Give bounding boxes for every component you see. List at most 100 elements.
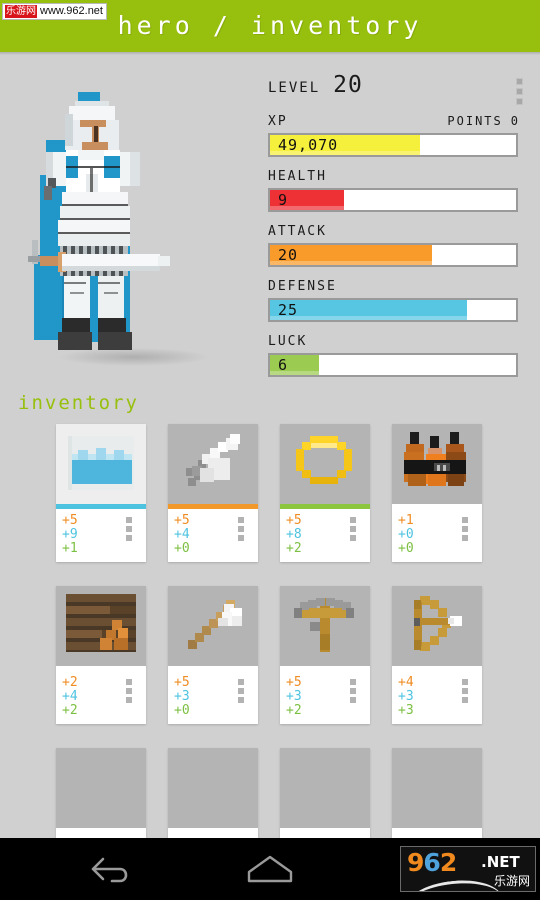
item-luck-value: +3 xyxy=(398,703,414,718)
logo-digit-2: 2 xyxy=(439,848,457,877)
item-luck-value: +0 xyxy=(174,703,190,718)
item-defense-value: +3 xyxy=(286,689,302,704)
points-readout: POINTS 0 xyxy=(447,114,520,128)
stat-health-label: HEALTH xyxy=(268,169,327,184)
logo-962-text: 962 xyxy=(407,848,457,877)
item-stats: +5 +8 +2 xyxy=(280,509,370,562)
inventory-heading: inventory xyxy=(18,392,139,414)
inventory-grid: +5 +9 +1 +5 +4 +0 +5 +8 +2 +1 +0 +0 +2 +4 +2 +5 +3 +0 +5 +3… xyxy=(56,424,496,886)
stat-attack-bar: 20 xyxy=(268,243,518,267)
item-stats: +1 +0 +0 xyxy=(392,509,482,562)
item-attack-value: +5 xyxy=(174,513,190,528)
item-defense-value: +3 xyxy=(174,689,190,704)
inventory-card[interactable]: +4 +3 +3 xyxy=(392,586,482,724)
inventory-card[interactable]: +2 +4 +2 xyxy=(56,586,146,724)
inventory-card[interactable]: +5 +8 +2 xyxy=(280,424,370,562)
item-kebab-menu-icon[interactable] xyxy=(462,517,468,562)
android-navbar: 962 .NET 乐游网 xyxy=(0,838,540,900)
stat-attack: ATTACK 20 xyxy=(268,224,520,267)
home-icon[interactable] xyxy=(246,854,294,884)
inventory-card[interactable]: +5 +9 +1 xyxy=(56,424,146,562)
item-stat-column: +4 +3 +3 xyxy=(398,676,414,724)
item-stat-column: +1 +0 +0 xyxy=(398,514,414,562)
crossbow-item-icon xyxy=(280,586,370,666)
item-luck-value: +2 xyxy=(62,703,78,718)
axe-item-icon xyxy=(168,586,258,666)
knight-pixel-sprite xyxy=(18,70,248,380)
item-luck-value: +0 xyxy=(174,541,190,556)
empty-slot-icon xyxy=(56,748,146,828)
item-attack-value: +5 xyxy=(62,513,78,528)
item-kebab-menu-icon[interactable] xyxy=(350,517,356,562)
item-kebab-menu-icon[interactable] xyxy=(462,679,468,724)
back-arrow-icon[interactable] xyxy=(88,852,134,886)
item-defense-value: +0 xyxy=(398,527,414,542)
logo-digit-6: 6 xyxy=(423,848,440,877)
logo-net-text: .NET xyxy=(481,853,520,871)
hero-portrait-pane xyxy=(18,70,248,380)
stat-luck-bar-value: 6 xyxy=(278,356,289,374)
inventory-card[interactable]: +1 +0 +0 xyxy=(392,424,482,562)
item-defense-value: +8 xyxy=(286,527,302,542)
item-stats: +5 +3 +2 xyxy=(280,671,370,724)
item-kebab-menu-icon[interactable] xyxy=(238,517,244,562)
item-kebab-menu-icon[interactable] xyxy=(238,679,244,724)
logo-cn-text: 乐游网 xyxy=(493,874,530,888)
item-stat-column: +2 +4 +2 xyxy=(62,676,78,724)
kebab-menu-icon[interactable] xyxy=(510,78,528,105)
inventory-card[interactable]: +5 +4 +0 xyxy=(168,424,258,562)
item-kebab-menu-icon[interactable] xyxy=(126,517,132,562)
item-defense-value: +9 xyxy=(62,527,78,542)
stat-xp-bar-value: 49,070 xyxy=(278,136,339,154)
stat-attack-bar-value: 20 xyxy=(278,246,299,264)
item-stats: +5 +4 +0 xyxy=(168,509,258,562)
watermark-cn-text: 乐游网 xyxy=(5,5,37,18)
item-defense-value: +4 xyxy=(62,689,78,704)
stat-xp: XP POINTS 0 49,070 xyxy=(268,114,520,157)
stats-panel: LEVEL 20 XP POINTS 0 49,070 HEALTH 9 ATT… xyxy=(268,72,523,377)
empty-slot-icon xyxy=(392,748,482,828)
empty-slot-icon xyxy=(168,748,258,828)
item-defense-value: +4 xyxy=(174,527,190,542)
header-shadow xyxy=(0,52,540,55)
ring-item-icon xyxy=(280,424,370,504)
inventory-card[interactable]: +5 +3 +0 xyxy=(168,586,258,724)
item-stat-column: +5 +9 +1 xyxy=(62,514,78,562)
item-kebab-menu-icon[interactable] xyxy=(126,679,132,724)
item-attack-value: +5 xyxy=(286,675,302,690)
stat-defense: DEFENSE 25 xyxy=(268,279,520,322)
item-stat-column: +5 +4 +0 xyxy=(174,514,190,562)
item-stats: +5 +9 +1 xyxy=(56,509,146,562)
item-attack-value: +1 xyxy=(398,513,414,528)
shield-item-icon xyxy=(56,424,146,504)
stat-health: HEALTH 9 xyxy=(268,169,520,212)
item-stat-column: +5 +3 +0 xyxy=(174,676,190,724)
stat-xp-label: XP xyxy=(268,114,288,129)
stat-luck-label: LUCK xyxy=(268,334,308,349)
item-stats: +4 +3 +3 xyxy=(392,671,482,724)
item-attack-value: +5 xyxy=(286,513,302,528)
item-kebab-menu-icon[interactable] xyxy=(350,679,356,724)
stat-luck: LUCK 6 xyxy=(268,334,520,377)
item-luck-value: +0 xyxy=(398,541,414,556)
item-defense-value: +3 xyxy=(398,689,414,704)
stat-defense-bar: 25 xyxy=(268,298,518,322)
logo-swoosh-decor xyxy=(404,876,502,891)
stat-defense-label: DEFENSE xyxy=(268,279,337,294)
site-watermark-top: 乐游网 www.962.net xyxy=(2,3,107,20)
level-value: 20 xyxy=(333,72,363,98)
watermark-url-text: www.962.net xyxy=(40,5,103,17)
item-luck-value: +2 xyxy=(286,703,302,718)
potions-item-icon xyxy=(392,424,482,504)
app-screen: hero / inventory 乐游网 www.962.net LEVEL 2… xyxy=(0,0,540,900)
stat-defense-bar-value: 25 xyxy=(278,301,299,319)
logo-digit-9: 9 xyxy=(407,848,424,877)
stat-defense-bar-fill xyxy=(270,300,467,320)
stat-xp-bar: 49,070 xyxy=(268,133,518,157)
inventory-card[interactable]: +5 +3 +2 xyxy=(280,586,370,724)
item-attack-value: +5 xyxy=(174,675,190,690)
points-value: 0 xyxy=(510,114,520,128)
item-luck-value: +2 xyxy=(286,541,302,556)
points-label: POINTS xyxy=(447,114,503,128)
item-attack-value: +4 xyxy=(398,675,414,690)
